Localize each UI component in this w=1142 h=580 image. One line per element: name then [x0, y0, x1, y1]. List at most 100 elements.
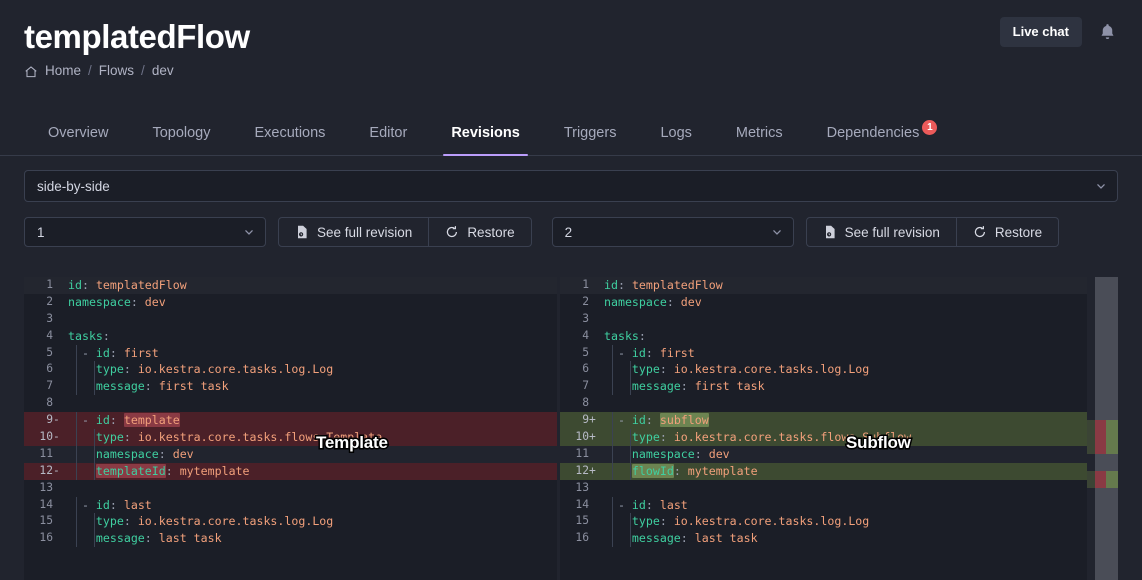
- diff-pane-right[interactable]: 1id: templatedFlow2 namespace: dev 34tasks…: [560, 277, 1087, 580]
- yaml-indent: [604, 379, 632, 393]
- diff-line[interactable]: 2namespace: dev: [560, 294, 1087, 311]
- tab-revisions[interactable]: Revisions: [429, 124, 542, 155]
- tab-metrics[interactable]: Metrics: [714, 124, 805, 155]
- yaml-punct: :: [695, 447, 709, 461]
- diff-line[interactable]: 12- templateId: mytemplate: [24, 463, 557, 480]
- diff-line[interactable]: 10- type: io.kestra.core.tasks.flows.Tem…: [24, 429, 557, 446]
- breadcrumb-home[interactable]: Home: [45, 63, 81, 78]
- tab-label: Revisions: [451, 125, 520, 141]
- diff-line[interactable]: 8: [24, 395, 557, 412]
- diff-line[interactable]: 4tasks:: [24, 328, 557, 345]
- see-full-revision-button-right[interactable]: See full revision: [806, 217, 957, 247]
- line-number-value: 6: [46, 362, 53, 375]
- line-number-value: 10: [575, 430, 589, 443]
- line-number: 7: [24, 378, 64, 395]
- diff-line-content: [64, 395, 557, 412]
- diff-line[interactable]: 2namespace: dev: [24, 294, 557, 311]
- diff-line[interactable]: 5 - id: first: [24, 345, 557, 362]
- diff-line[interactable]: 13: [560, 480, 1087, 497]
- minimap-marker: [1095, 471, 1106, 488]
- diff-line[interactable]: 16 message: last task: [24, 530, 557, 547]
- yaml-punct: :: [145, 379, 159, 393]
- diff-line[interactable]: 15 type: io.kestra.core.tasks.log.Log: [24, 513, 557, 530]
- yaml-key: id: [632, 413, 646, 427]
- breadcrumb-sep-2: /: [141, 63, 145, 78]
- see-full-revision-button-left[interactable]: See full revision: [278, 217, 429, 247]
- yaml-key: namespace: [604, 295, 667, 309]
- diff-line[interactable]: 14 - id: last: [24, 497, 557, 514]
- line-number: 5: [24, 345, 64, 362]
- diff-line[interactable]: 12+ flowId: mytemplate: [560, 463, 1087, 480]
- yaml-punct: :: [103, 329, 110, 343]
- revision-select-left-value: 1: [37, 225, 45, 240]
- diff-line[interactable]: 11 namespace: dev: [24, 446, 557, 463]
- diff-line[interactable]: 1id: templatedFlow: [560, 277, 1087, 294]
- line-number-value: 10: [39, 430, 53, 443]
- diff-line[interactable]: 7 message: first task: [560, 378, 1087, 395]
- diff-line[interactable]: 3: [24, 311, 557, 328]
- revision-select-left[interactable]: 1: [24, 217, 266, 247]
- yaml-dash: -: [604, 413, 632, 427]
- word-diff-highlight: subflow: [660, 413, 709, 427]
- diff-line-content: - id: first: [64, 345, 557, 362]
- breadcrumb-flows[interactable]: Flows: [99, 63, 134, 78]
- minimap-marker: [1087, 471, 1095, 488]
- diff-line-content: [600, 395, 1087, 412]
- diff-minimap[interactable]: [1087, 277, 1118, 580]
- diff-line-content: flowId: mytemplate: [600, 463, 1087, 480]
- diff-line-content: [600, 311, 1087, 328]
- breadcrumb-namespace[interactable]: dev: [152, 63, 174, 78]
- line-number-value: 2: [582, 295, 589, 308]
- diff-line[interactable]: 7 message: first task: [24, 378, 557, 395]
- diff-line[interactable]: 14 - id: last: [560, 497, 1087, 514]
- diff-line[interactable]: 9- - id: template: [24, 412, 557, 429]
- live-chat-button[interactable]: Live chat: [1000, 17, 1082, 47]
- line-number: 15: [560, 513, 600, 530]
- yaml-key: tasks: [68, 329, 103, 343]
- tab-triggers[interactable]: Triggers: [542, 124, 639, 155]
- tab-executions[interactable]: Executions: [232, 124, 347, 155]
- revision-select-right[interactable]: 2: [552, 217, 794, 247]
- diff-line[interactable]: 13: [24, 480, 557, 497]
- restore-button-right[interactable]: Restore: [957, 217, 1059, 247]
- bell-icon[interactable]: [1098, 21, 1118, 43]
- diff-line[interactable]: 4tasks:: [560, 328, 1087, 345]
- yaml-key: id: [68, 278, 82, 292]
- yaml-value: dev: [681, 295, 702, 309]
- diff-line[interactable]: 3: [560, 311, 1087, 328]
- yaml-punct: :: [660, 362, 674, 376]
- diff-line[interactable]: 11 namespace: dev: [560, 446, 1087, 463]
- line-number: 6: [560, 361, 600, 378]
- diff-line[interactable]: 6 type: io.kestra.core.tasks.log.Log: [24, 361, 557, 378]
- home-icon[interactable]: [24, 65, 38, 79]
- restore-button-left[interactable]: Restore: [429, 217, 531, 247]
- diff-line-content: message: last task: [600, 530, 1087, 547]
- line-number: 8: [560, 395, 600, 412]
- diff-line[interactable]: 5 - id: first: [560, 345, 1087, 362]
- tab-logs[interactable]: Logs: [638, 124, 713, 155]
- diff-line[interactable]: 6 type: io.kestra.core.tasks.log.Log: [560, 361, 1087, 378]
- diff-sign: +: [589, 412, 597, 429]
- tab-editor[interactable]: Editor: [347, 124, 429, 155]
- line-number-value: 1: [582, 278, 589, 291]
- view-mode-select[interactable]: side-by-side: [24, 170, 1118, 202]
- yaml-punct: :: [646, 498, 660, 512]
- diff-line[interactable]: 1id: templatedFlow: [24, 277, 557, 294]
- diff-line-content: - id: template: [64, 412, 557, 429]
- line-number: 14: [560, 497, 600, 514]
- diff-line[interactable]: 8: [560, 395, 1087, 412]
- diff-sign: +: [589, 463, 597, 480]
- tab-label: Logs: [660, 125, 691, 141]
- tab-dependencies[interactable]: Dependencies1: [805, 124, 957, 156]
- diff-line[interactable]: 9+ - id: subflow: [560, 412, 1087, 429]
- diff-pane-left[interactable]: 1id: templatedFlow2namespace: dev34tasks…: [24, 277, 557, 580]
- diff-line[interactable]: 15 type: io.kestra.core.tasks.log.Log: [560, 513, 1087, 530]
- tab-topology[interactable]: Topology: [130, 124, 232, 155]
- yaml-value-changed: subflow: [660, 413, 709, 427]
- tab-overview[interactable]: Overview: [24, 124, 130, 155]
- diff-line[interactable]: 16 message: last task: [560, 530, 1087, 547]
- chevron-down-icon: [243, 226, 255, 238]
- yaml-punct: :: [159, 447, 173, 461]
- line-number-value: 5: [582, 346, 589, 359]
- diff-line[interactable]: 10+ type: io.kestra.core.tasks.flows.Sub…: [560, 429, 1087, 446]
